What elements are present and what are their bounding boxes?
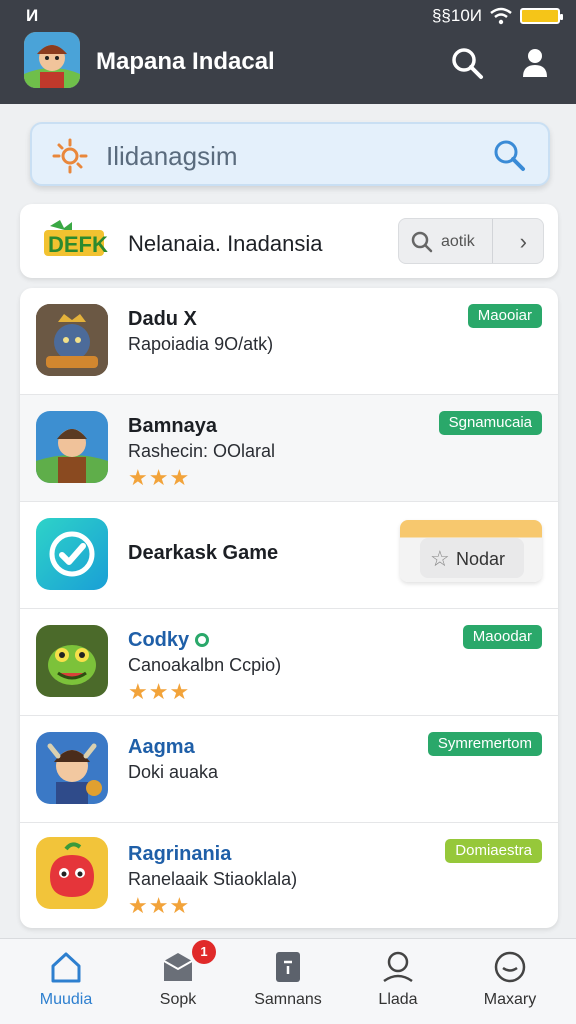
bottom-nav: Muudia Sopk Samnans Llada Maxary (0, 938, 576, 1024)
item-name: Bamnaya (128, 415, 217, 437)
box-icon (163, 953, 193, 981)
profile-icon[interactable] (518, 46, 552, 80)
game-icon (36, 732, 108, 804)
verified-icon (195, 633, 210, 647)
list-item[interactable]: Aagma Doki auaka Symremertom (20, 716, 558, 823)
tab-samnans[interactable]: Samnans (232, 939, 344, 1024)
item-subtitle: Ranelaaik Stiaoklala) (128, 869, 298, 889)
tab-maxary[interactable]: Maxary (454, 939, 566, 1024)
tab-label: Sopk (159, 991, 197, 1008)
profile-icon (383, 951, 413, 983)
item-subtitle: Canoakalbn Ccpio) (128, 655, 282, 675)
item-name: Aagma (128, 736, 195, 758)
featured-search-control: aotik › (398, 218, 544, 264)
svg-text:DEFK: DEFK (48, 232, 108, 257)
game-icon (36, 411, 108, 483)
tab-label: Maxary (483, 991, 537, 1008)
rating-stars: ★★★ (128, 679, 191, 704)
game-icon (36, 837, 108, 909)
status-left: И (26, 6, 39, 25)
status-time: §§10И (431, 6, 482, 25)
status-badge: Domiaestra (445, 839, 542, 863)
item-subtitle: Rapoiadia 9O/atk) (128, 334, 274, 354)
wifi-icon (490, 7, 512, 25)
rating-stars: ★★★ (128, 465, 191, 490)
status-badge: Sgnamucaia (438, 411, 542, 435)
nodar-button[interactable]: ☆ Nodar (400, 520, 542, 582)
star-outline-icon: ☆ (430, 546, 450, 571)
checkmark-app-icon (36, 518, 108, 590)
status-bar: И §§10И (26, 6, 563, 28)
item-subtitle: Rashecin: OOlaral (128, 441, 276, 461)
list-item[interactable]: Ragrinania Ranelaaik Stiaoklala) ★★★ Dom… (20, 823, 558, 928)
item-name: Codky (128, 629, 210, 652)
tab-sopk[interactable]: Sopk (122, 939, 234, 1024)
tab-home[interactable]: Muudia (10, 939, 122, 1024)
tab-label: Muudia (39, 991, 93, 1008)
battery-icon (520, 8, 563, 24)
nodar-button-label: Nodar (456, 549, 506, 569)
tab-llada[interactable]: Llada (342, 939, 454, 1024)
rating-stars: ★★★ (128, 893, 191, 918)
smiley-icon (494, 951, 526, 983)
tab-label: Samnans (254, 991, 322, 1008)
chevron-right-icon[interactable]: › (520, 229, 527, 255)
search-icon[interactable] (492, 138, 526, 172)
featured-title: Nelanaia. Inadansia (128, 231, 323, 256)
search-placeholder: Ilidanagsim (106, 141, 238, 171)
app-bar: И §§10И Mapana Indacal (0, 0, 576, 104)
search-input[interactable]: Ilidanagsim (30, 122, 550, 186)
item-name: Ragrinania (128, 843, 232, 865)
featured-search-text: aotik (441, 233, 475, 250)
app-title: Mapana Indacal (96, 48, 275, 75)
game-icon (36, 304, 108, 376)
notification-badge: 1 (192, 940, 216, 964)
list-item[interactable]: Bamnaya Rashecin: OOlaral ★★★ Sgnamucaia (20, 395, 558, 502)
status-badge: Symremertom (427, 732, 542, 756)
status-badge: Maoodar (462, 625, 542, 649)
game-list: Dadu X Rapoiadia 9O/atk) Maooiar Bamnaya… (20, 288, 558, 928)
tab-label: Llada (378, 991, 418, 1008)
featured-card[interactable]: DEFK Nelanaia. Inadansia aotik › (20, 204, 558, 278)
featured-search-field[interactable]: aotik (399, 219, 493, 263)
item-name: Dearkask Game (128, 542, 279, 564)
list-item[interactable]: Codky Canoakalbn Ccpio) ★★★ Maoodar (20, 609, 558, 716)
list-item[interactable]: Dadu X Rapoiadia 9O/atk) Maooiar (20, 288, 558, 395)
app-logo (24, 32, 80, 88)
search-icon[interactable] (450, 46, 484, 80)
sun-icon (52, 138, 88, 174)
item-subtitle: Doki auaka (128, 762, 219, 782)
item-name: Dadu X (128, 308, 197, 330)
file-icon (276, 952, 300, 982)
game-icon (36, 625, 108, 697)
game-logo-icon: DEFK (44, 220, 108, 257)
status-badge: Maooiar (467, 304, 542, 328)
search-icon (411, 231, 433, 253)
home-icon (51, 952, 81, 983)
